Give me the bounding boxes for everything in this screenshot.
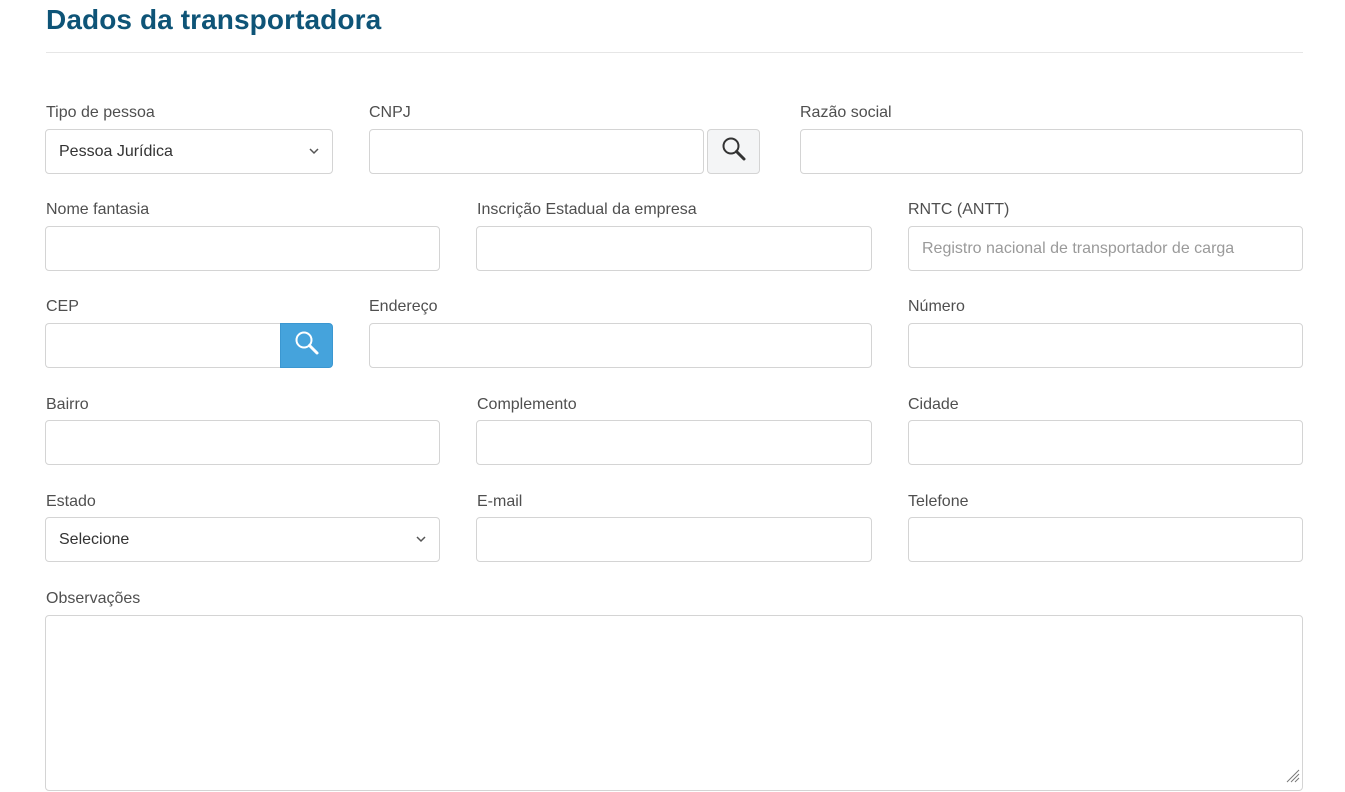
telefone-input[interactable] [908,517,1303,562]
razao-social-label: Razão social [800,104,892,121]
transportadora-form: Dados da transportadora Tipo de pessoa P… [0,0,1345,792]
cnpj-input[interactable] [369,129,704,174]
bairro-label: Bairro [46,396,89,413]
nome-fantasia-label: Nome fantasia [46,201,150,218]
search-icon [721,136,747,167]
resize-grip-icon[interactable] [1284,767,1300,788]
title-divider [46,52,1303,53]
estado-select[interactable]: Selecione [45,517,440,562]
tipo-pessoa-select[interactable]: Pessoa Jurídica [45,129,333,174]
numero-input[interactable] [908,323,1303,368]
complemento-input[interactable] [476,420,872,465]
cep-input[interactable] [45,323,280,368]
numero-label: Número [908,298,965,315]
tipo-pessoa-label: Tipo de pessoa [46,104,155,121]
endereco-input[interactable] [369,323,872,368]
rntc-label: RNTC (ANTT) [908,201,1010,218]
bairro-input[interactable] [45,420,440,465]
telefone-label: Telefone [908,493,969,510]
cep-search-button[interactable] [280,323,333,368]
estado-value: Selecione [59,530,130,548]
cidade-input[interactable] [908,420,1303,465]
chevron-down-icon [309,147,319,157]
email-input[interactable] [476,517,872,562]
cidade-label: Cidade [908,396,959,413]
nome-fantasia-input[interactable] [45,226,440,271]
observacoes-label: Observações [46,590,141,607]
search-icon [294,330,320,361]
email-label: E-mail [477,493,523,510]
cnpj-label: CNPJ [369,104,411,121]
razao-social-input[interactable] [800,129,1303,174]
section-title: Dados da transportadora [46,4,382,35]
inscricao-estadual-label: Inscrição Estadual da empresa [477,201,697,218]
estado-label: Estado [46,493,96,510]
rntc-input[interactable] [908,226,1303,271]
observacoes-textarea[interactable] [45,615,1303,791]
inscricao-estadual-input[interactable] [476,226,872,271]
cep-label: CEP [46,298,79,315]
endereco-label: Endereço [369,298,438,315]
tipo-pessoa-value: Pessoa Jurídica [59,142,173,160]
complemento-label: Complemento [477,396,577,413]
cnpj-search-button[interactable] [707,129,760,174]
chevron-down-icon [416,535,426,545]
